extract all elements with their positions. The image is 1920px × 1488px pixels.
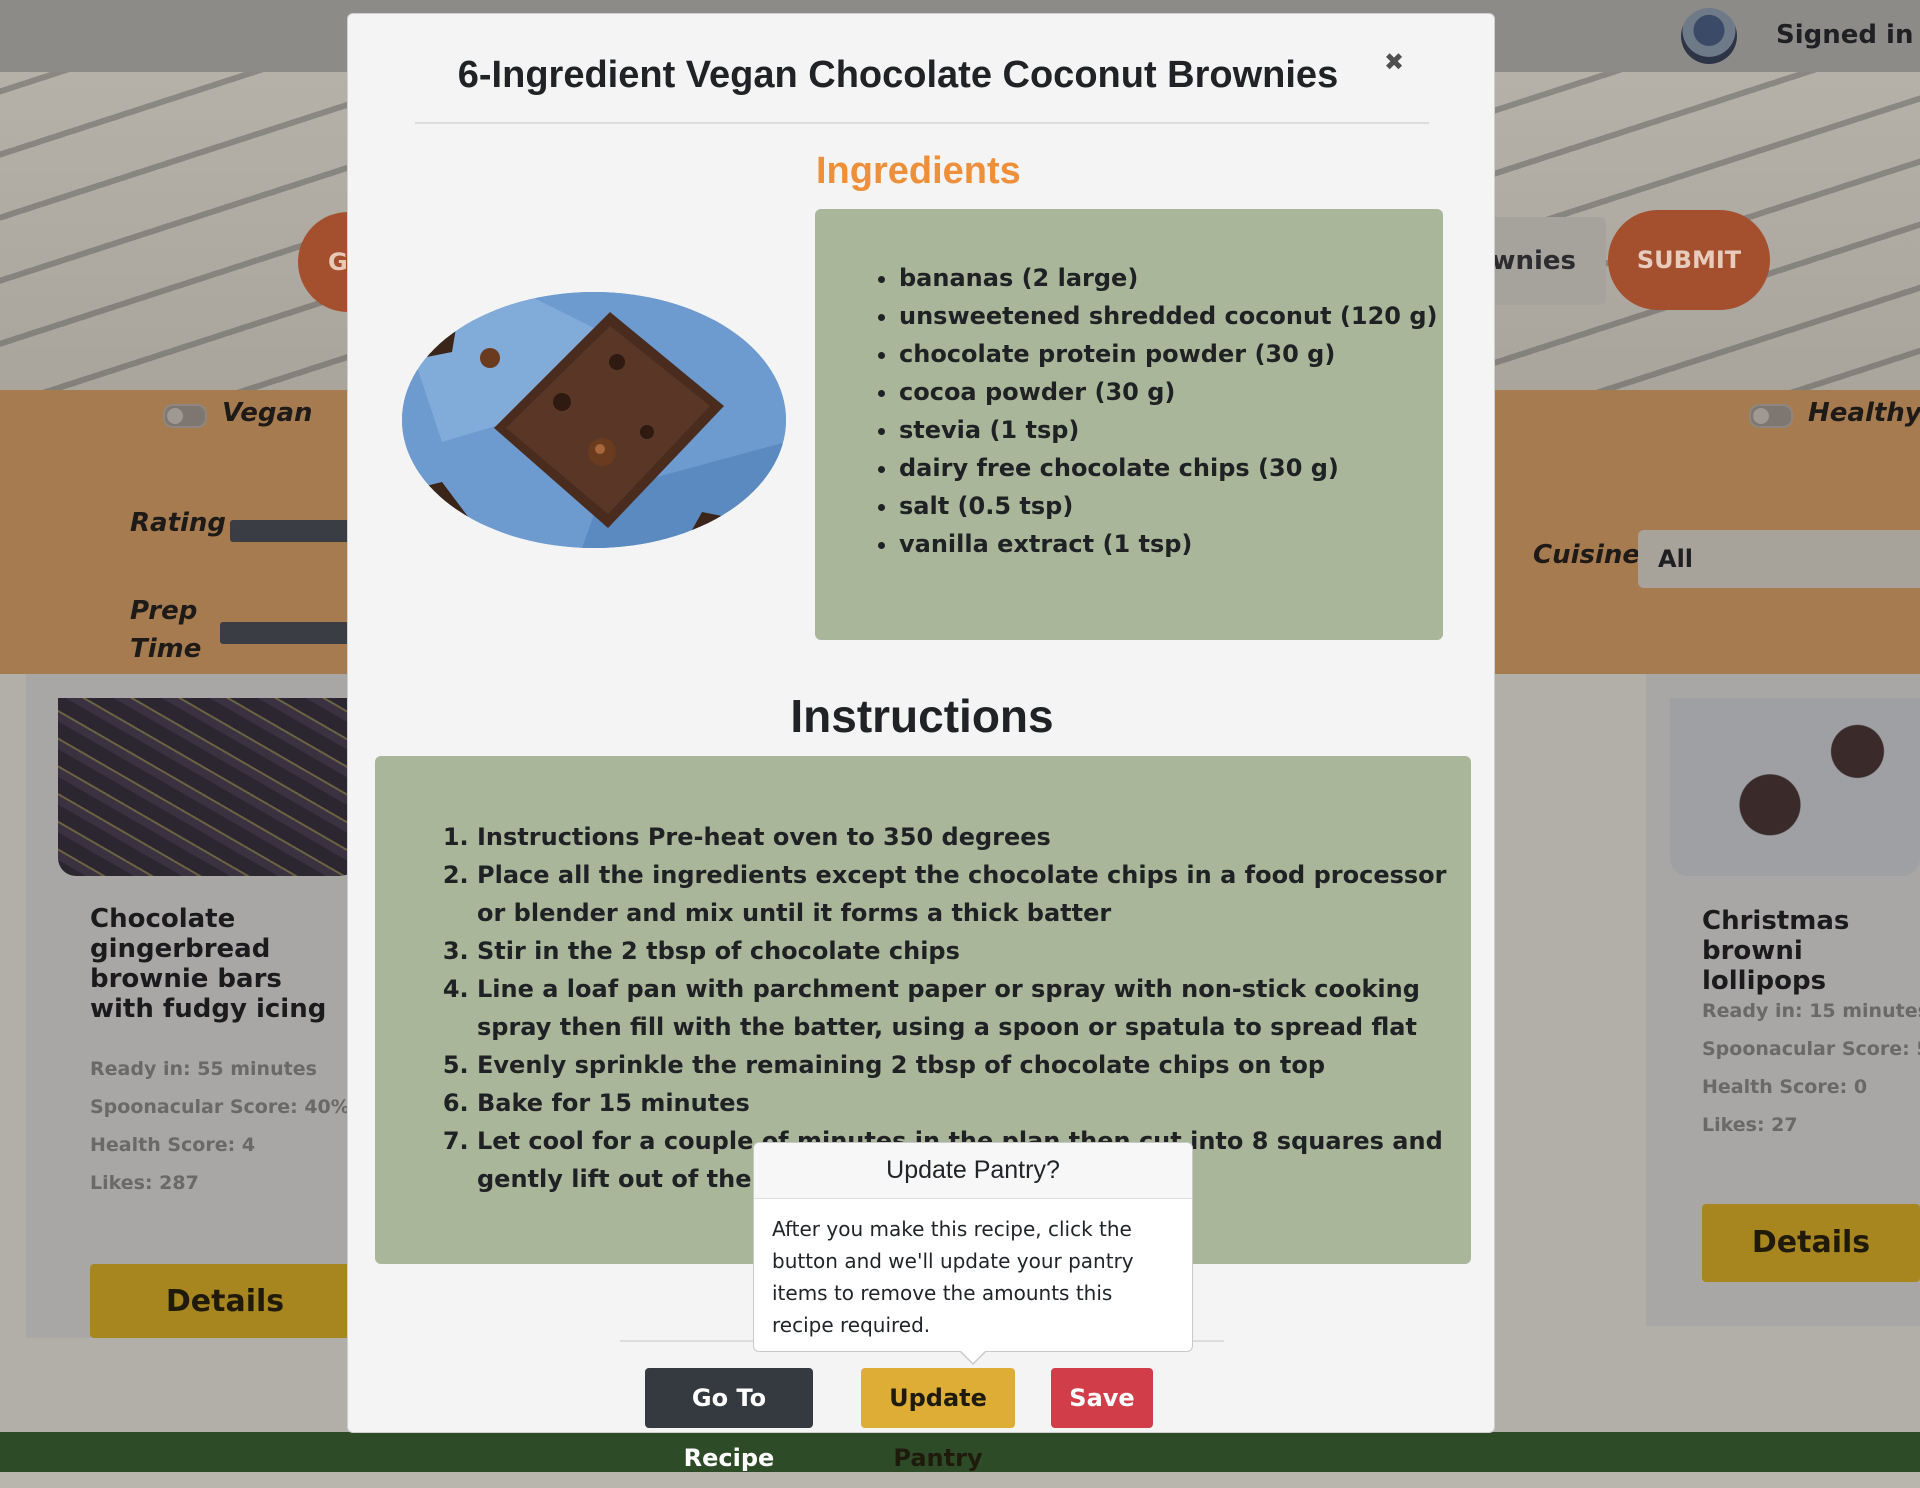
healthy-toggle[interactable] (1749, 404, 1793, 428)
card-health: Health Score: 0 (1702, 1076, 1868, 1098)
rating-label: Rating (130, 508, 227, 538)
vegan-label: Vegan (222, 398, 313, 428)
card-ready: Ready in: 55 minutes (90, 1058, 317, 1080)
instruction-step: Place all the ingredients except the cho… (477, 856, 1467, 932)
card-meta: Ready in: 15 minutes Spoonacular Score: … (1702, 992, 1920, 1144)
submit-button[interactable]: SUBMIT (1608, 210, 1770, 310)
cuisine-select[interactable]: All (1638, 530, 1920, 588)
instructions-list: Instructions Pre-heat oven to 350 degree… (450, 818, 1467, 1198)
recipe-card: Christmas browni lollipops Ready in: 15 … (1646, 674, 1920, 1326)
ingredient-item: cocoa powder (30 g) (899, 373, 1438, 411)
popover-arrow (959, 1350, 987, 1365)
recipe-card: Chocolate gingerbread brownie bars with … (26, 674, 360, 1338)
instruction-step: Line a loaf pan with parchment paper or … (477, 970, 1467, 1046)
instruction-step: Evenly sprinkle the remaining 2 tbsp of … (477, 1046, 1467, 1084)
ingredient-item: unsweetened shredded coconut (120 g) (899, 297, 1438, 335)
ingredient-item: stevia (1 tsp) (899, 411, 1438, 449)
recipe-image (402, 292, 786, 548)
popover-body: After you make this recipe, click the bu… (772, 1217, 1134, 1337)
ingredient-item: salt (0.5 tsp) (899, 487, 1438, 525)
ingredient-item: dairy free chocolate chips (30 g) (899, 449, 1438, 487)
healthy-label: Healthy (1808, 398, 1920, 428)
update-pantry-button[interactable]: Update Pantry (861, 1368, 1015, 1472)
prep-time-slider[interactable] (220, 622, 350, 644)
details-button[interactable]: Details (1702, 1204, 1920, 1282)
user-avatar[interactable] (1681, 8, 1737, 64)
close-icon[interactable]: ✖ (1384, 48, 1404, 76)
ingredient-item: bananas (2 large) (899, 259, 1438, 297)
card-likes: Likes: 287 (90, 1172, 199, 1194)
details-button[interactable]: Details (90, 1264, 360, 1338)
instruction-step: Instructions Pre-heat oven to 350 degree… (477, 818, 1467, 856)
brownie-photo-icon (402, 292, 786, 548)
prep-label-line1: Prep (130, 596, 198, 626)
popover-header: Update Pantry? (754, 1143, 1192, 1199)
instructions-heading: Instructions (790, 690, 1054, 742)
rating-slider[interactable] (230, 520, 350, 542)
ingredients-list: bananas (2 large) unsweetened shredded c… (870, 259, 1438, 563)
update-pantry-popover: Update Pantry? After you make this recip… (753, 1142, 1193, 1365)
instruction-step: Bake for 15 minutes (477, 1084, 1467, 1122)
title-divider (415, 122, 1429, 124)
card-image (58, 698, 358, 876)
card-title: Chocolate gingerbread brownie bars with … (90, 904, 327, 1024)
card-health: Health Score: 4 (90, 1134, 256, 1156)
instruction-step: Stir in the 2 tbsp of chocolate chips (477, 932, 1467, 970)
prep-label-line2: Time (130, 634, 202, 664)
save-button[interactable]: Save (1051, 1368, 1153, 1428)
cuisine-label: Cuisine (1533, 540, 1641, 570)
card-meta: Ready in: 55 minutes Spoonacular Score: … (90, 1050, 350, 1202)
card-ready: Ready in: 15 minutes (1702, 1000, 1920, 1022)
ingredient-item: chocolate protein powder (30 g) (899, 335, 1438, 373)
search-input[interactable]: wnies (1480, 217, 1606, 305)
card-image (1670, 698, 1920, 876)
ingredients-panel: bananas (2 large) unsweetened shredded c… (815, 209, 1443, 640)
prep-time-label: Prep Time (130, 592, 201, 668)
card-score: Spoonacular Score: 5 (1702, 1038, 1920, 1060)
modal-title: 6-Ingredient Vegan Chocolate Coconut Bro… (457, 54, 1339, 96)
card-score: Spoonacular Score: 40% (90, 1096, 350, 1118)
go-to-recipe-button[interactable]: Go To Recipe (645, 1368, 813, 1472)
ingredients-heading: Ingredients (816, 150, 1021, 192)
card-likes: Likes: 27 (1702, 1114, 1798, 1136)
signed-in-text: Signed in as (1776, 20, 1920, 50)
ingredient-item: vanilla extract (1 tsp) (899, 525, 1438, 563)
vegan-toggle[interactable] (163, 404, 207, 428)
card-title: Christmas browni lollipops (1702, 906, 1850, 996)
